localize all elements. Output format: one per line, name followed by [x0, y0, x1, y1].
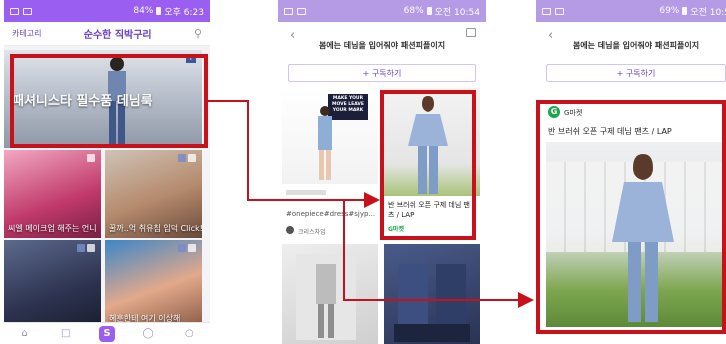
- arrow-post-to-detail: [343, 200, 534, 308]
- arrow-banner-to-post: [208, 100, 380, 208]
- flow-arrows: [208, 100, 534, 308]
- stage: 84% 오후 6:23 카테고리 순수한 직박구리 ⚲ f 패셔니스타 필수품 …: [0, 0, 726, 344]
